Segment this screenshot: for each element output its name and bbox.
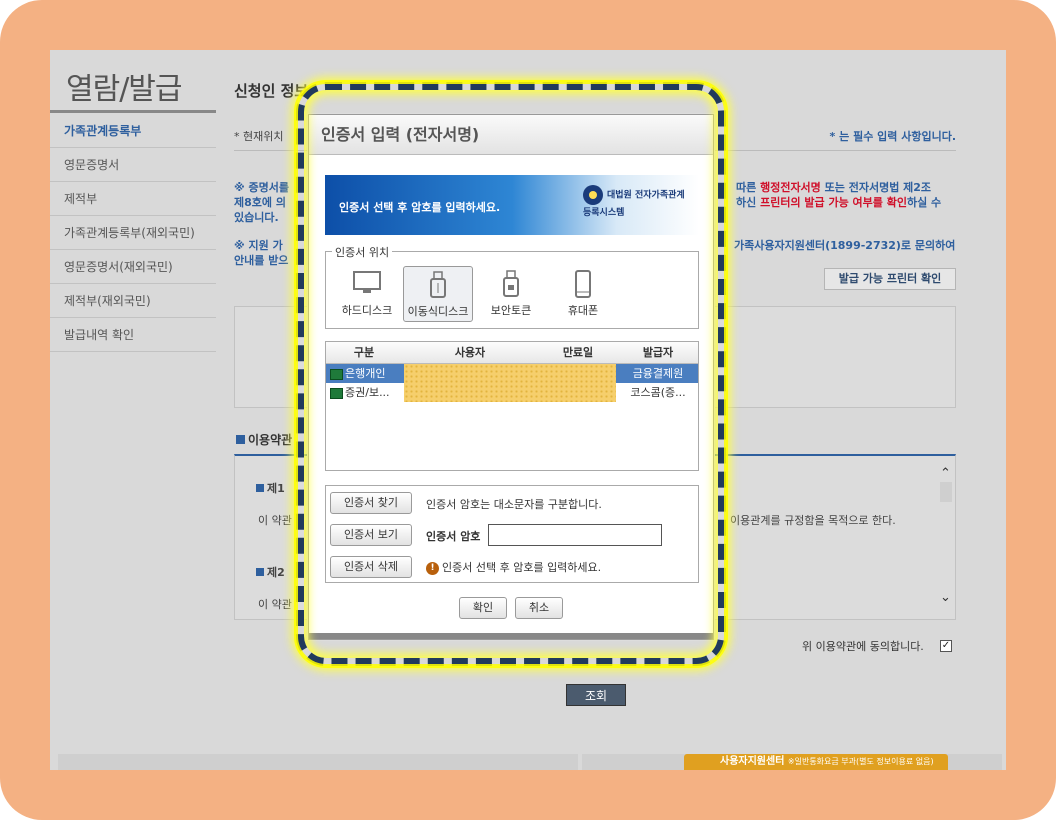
sidebar-item-removal-register[interactable]: 제적부 [50,182,216,216]
terms-heading: 이용약관 [236,431,292,448]
terms-text-2-left: 이 약관 [258,598,292,611]
scroll-up-icon[interactable]: ⌃ [940,466,951,481]
agree-checkbox[interactable]: ✓ [940,640,952,652]
notice-left-1: ※ 증명서를 제8호에 의 있습니다. [234,181,290,224]
sidebar-item-english-certificate[interactable]: 영문증명서 [50,148,216,182]
current-location: * 현재위치 [234,130,284,143]
terms-article-1: 제1 [256,480,285,496]
scrollbar-thumb[interactable] [940,482,952,502]
agree-label: 위 이용약관에 동의합니다. [802,640,924,653]
support-center-banner[interactable]: 사용자지원센터 ※일반통화요금 부과(별도 정보이용료 없음) [684,754,948,770]
sidebar-menu: 가족관계등록부 영문증명서 제적부 가족관계등록부(재외국민) 영문증명서(재외… [50,114,216,352]
scroll-down-icon[interactable]: ⌄ [940,590,951,605]
terms-text-1-left: 이 약관 [258,514,292,527]
sidebar-item-family-register[interactable]: 가족관계등록부 [50,114,216,148]
bullet-icon [256,568,264,576]
highlight-outline [294,80,728,668]
sidebar-item-removal-register-overseas[interactable]: 제적부(재외국민) [50,284,216,318]
sidebar-item-issue-history[interactable]: 발급내역 확인 [50,318,216,352]
query-button[interactable]: 조회 [566,684,626,706]
required-note: * 는 필수 입력 사항입니다. [829,130,956,143]
notice-right-1: 따른 행정전자서명 또는 전자서명법 제2조 하신 프린터의 발급 가능 여부를… [736,181,942,209]
sidebar-item-family-register-overseas[interactable]: 가족관계등록부(재외국민) [50,216,216,250]
bullet-icon [236,435,245,444]
bullet-icon [256,484,264,492]
printer-check-button[interactable]: 발급 가능 프린터 확인 [824,268,956,290]
terms-text-1-right: 이용관계를 규정함을 목적으로 한다. [730,514,896,527]
notice-right-2: 가족사용자지원센터(1899-2732)로 문의하여 [734,239,956,252]
terms-article-2: 제2 [256,564,285,580]
notice-left-2: ※ 지원 가 안내를 받으 [234,239,289,267]
sidebar-item-english-certificate-overseas[interactable]: 영문증명서(재외국민) [50,250,216,284]
page-title: 신청인 정보 [234,82,309,100]
sidebar-title-underline [50,110,216,113]
sidebar-title: 열람/발급 [66,72,183,107]
footer-panel-left [58,754,578,770]
